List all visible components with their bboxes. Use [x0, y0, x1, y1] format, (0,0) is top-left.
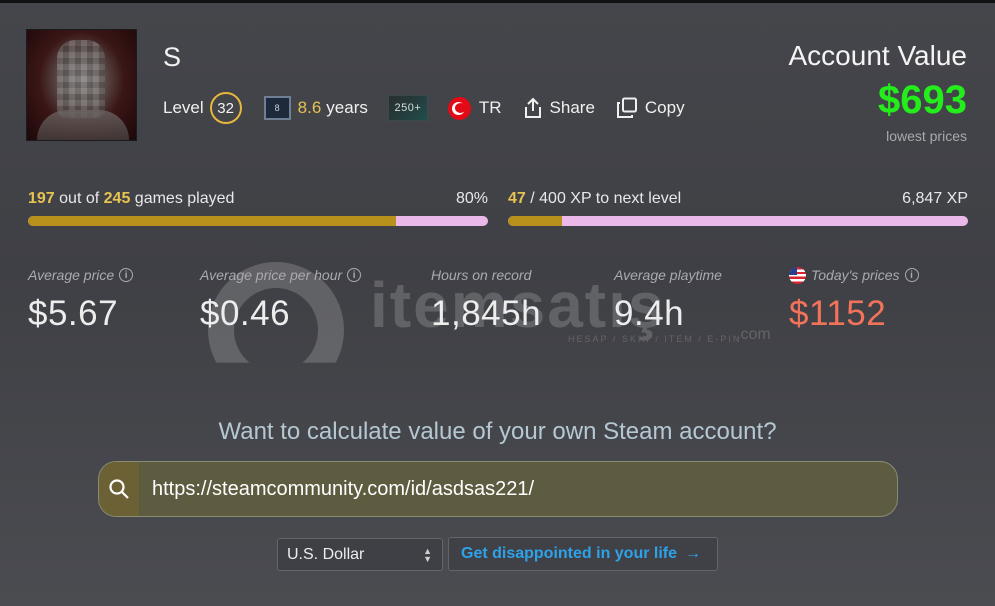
games-owned-badge: 250+: [387, 95, 428, 121]
stat-value: $0.46: [200, 294, 291, 333]
copy-icon: [616, 97, 637, 118]
info-icon[interactable]: i: [119, 268, 134, 282]
xp-rest: / 400 XP to next level: [530, 190, 682, 207]
profile-meta-row: Level 32 8 8.6 years 250+ TR Share Copy: [163, 92, 685, 124]
level-label: Level: [163, 98, 204, 117]
share-icon: [524, 97, 541, 118]
calculate-button-label: Get disappointed in your life: [461, 545, 678, 562]
share-button[interactable]: Share: [523, 97, 595, 119]
xp-progress-fill: [508, 216, 563, 226]
stat-value: $5.67: [28, 294, 119, 333]
stat-label: Today's prices: [811, 267, 900, 283]
account-value-subtitle: lowest prices: [886, 128, 967, 144]
stat-hours-on-record: Hours on record 1,845h: [431, 266, 541, 334]
window-top-border: [0, 0, 995, 3]
years-value: 8.6: [297, 98, 322, 117]
stat-label: Average price per hour: [200, 267, 343, 283]
search-input[interactable]: https://steamcommunity.com/id/asdsas221/: [152, 478, 897, 501]
stat-average-playtime: Average playtime 9.4h: [614, 266, 722, 334]
xp-progress-track: [508, 216, 968, 226]
account-value: $693: [878, 78, 967, 122]
games-suffix: games played: [134, 190, 235, 207]
watermark-tld: .com: [736, 326, 771, 343]
username: S: [163, 42, 182, 72]
stat-value: 9.4h: [614, 294, 685, 333]
share-label: Share: [549, 98, 595, 117]
avatar[interactable]: [26, 29, 137, 141]
level-badge: 32: [209, 92, 242, 124]
arrow-right-icon: →: [685, 545, 702, 562]
turkey-flag-icon: [447, 96, 471, 120]
stat-label: Average playtime: [614, 267, 722, 283]
search-button[interactable]: [99, 462, 139, 516]
country-code: TR: [478, 98, 502, 117]
copy-button[interactable]: Copy: [616, 97, 685, 119]
games-out-of: out of: [59, 190, 100, 207]
currency-selected: U.S. Dollar: [287, 545, 365, 563]
info-icon[interactable]: i: [904, 268, 919, 282]
avatar-face-pixelated: [57, 40, 105, 118]
account-value-title: Account Value: [788, 40, 968, 71]
xp-text: 47 / 400 XP to next level: [508, 190, 681, 212]
stat-label: Average price: [28, 267, 115, 283]
stat-average-price: Average price i $5.67: [28, 266, 134, 334]
us-flag-icon: [789, 266, 806, 284]
avatar-body: [37, 110, 129, 140]
select-arrows-icon: ▲ ▼: [423, 546, 432, 564]
games-played-progress: 197 out of 245 games played 80%: [28, 190, 488, 230]
search-icon: [109, 479, 129, 499]
copy-label: Copy: [644, 98, 685, 117]
stat-label: Hours on record: [431, 267, 532, 283]
steam-url-search[interactable]: https://steamcommunity.com/id/asdsas221/: [98, 461, 898, 517]
xp-total: 6,847 XP: [902, 190, 968, 207]
calculate-prompt: Want to calculate value of your own Stea…: [218, 418, 777, 445]
currency-select[interactable]: U.S. Dollar ▲ ▼: [277, 538, 443, 571]
games-total: 245: [103, 190, 131, 207]
games-percent: 80%: [455, 190, 488, 207]
games-progress-fill: [28, 216, 396, 226]
games-played-text: 197 out of 245 games played: [28, 190, 234, 212]
stat-average-price-per-hour: Average price per hour i $0.46: [200, 266, 362, 334]
watermark-tagline: HESAP / SKIN / ITEM / E-PIN: [568, 334, 742, 344]
games-progress-track: [28, 216, 488, 226]
stat-value: $1152: [789, 294, 887, 333]
xp-progress: 47 / 400 XP to next level 6,847 XP: [508, 190, 968, 230]
stat-value: 1,845h: [431, 294, 542, 333]
years-of-service: 8 8.6 years: [263, 96, 368, 120]
years-badge-icon: 8: [263, 96, 291, 120]
years-unit: years: [326, 98, 368, 117]
xp-current: 47: [508, 190, 526, 207]
stat-todays-prices: Today's prices i $1152: [789, 266, 919, 334]
games-played-count: 197: [28, 190, 55, 207]
calculate-button[interactable]: Get disappointed in your life →: [448, 537, 718, 571]
info-icon[interactable]: i: [347, 268, 362, 282]
